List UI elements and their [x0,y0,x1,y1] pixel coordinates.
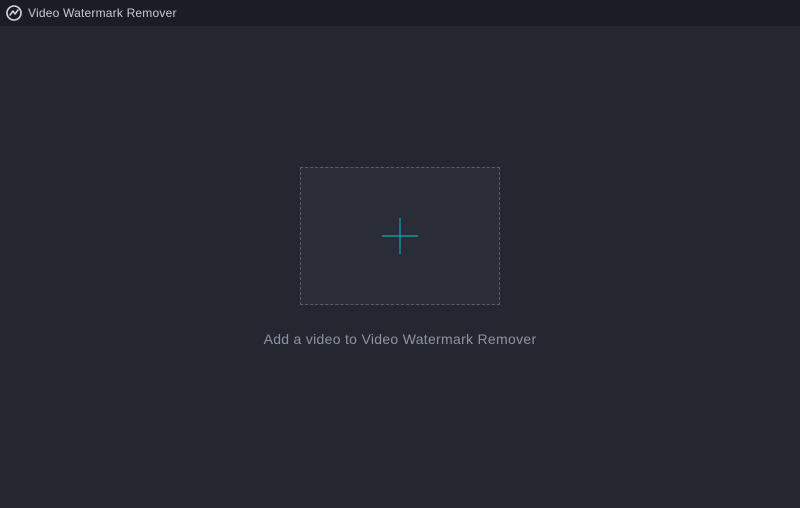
plus-icon [380,216,420,256]
add-video-dropzone[interactable] [300,167,500,305]
main-content: Add a video to Video Watermark Remover [0,26,800,508]
title-bar: Video Watermark Remover [0,0,800,26]
instruction-text: Add a video to Video Watermark Remover [264,331,537,347]
app-title: Video Watermark Remover [28,6,177,20]
app-logo-icon [6,5,22,21]
